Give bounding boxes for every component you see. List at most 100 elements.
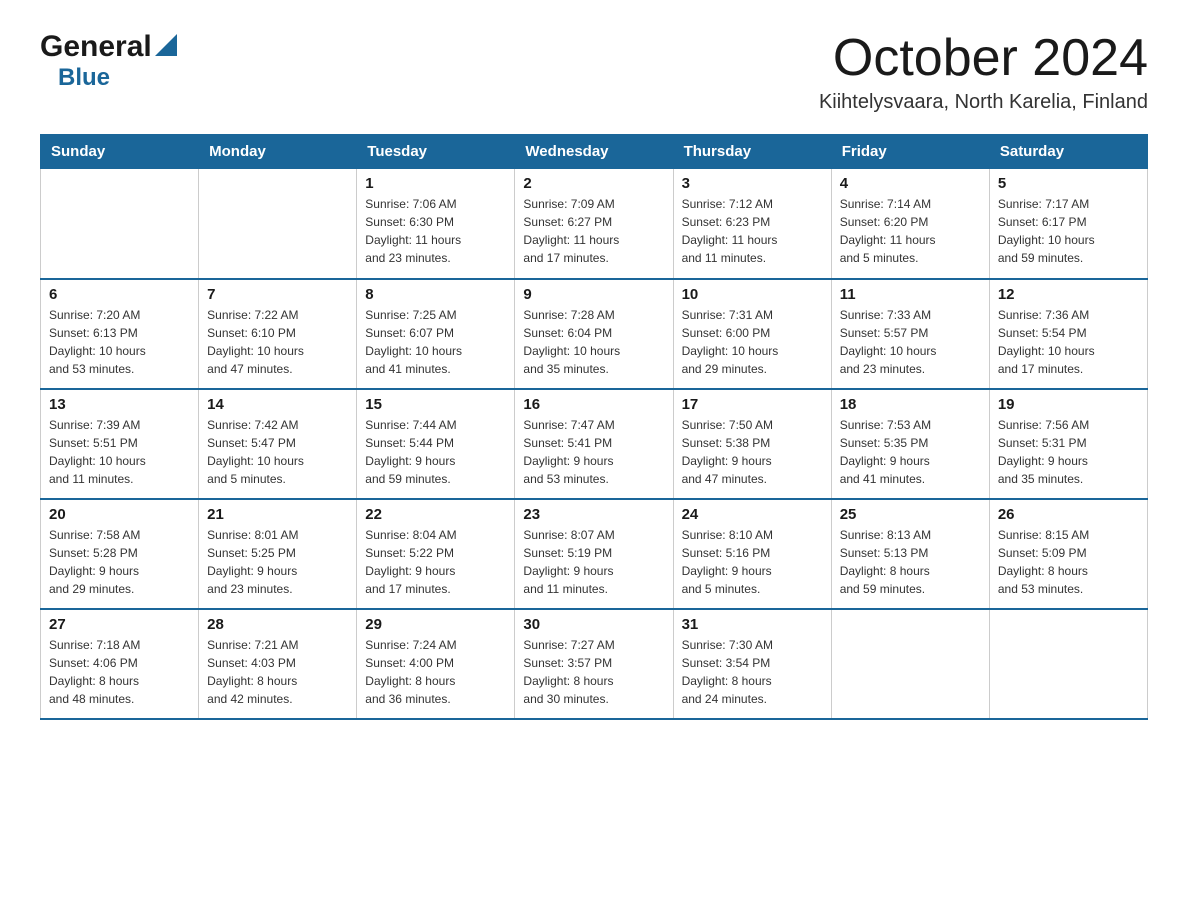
day-number: 15	[365, 396, 506, 413]
title-block: October 2024 Kiihtelysvaara, North Karel…	[819, 30, 1148, 114]
day-info: Sunrise: 7:21 AM Sunset: 4:03 PM Dayligh…	[207, 636, 348, 708]
day-info: Sunrise: 8:04 AM Sunset: 5:22 PM Dayligh…	[365, 526, 506, 598]
table-row: 30 Sunrise: 7:27 AM Sunset: 3:57 PM Dayli…	[515, 609, 673, 719]
day-number: 27	[49, 616, 190, 633]
table-row: 5 Sunrise: 7:17 AM Sunset: 6:17 PM Daylig…	[989, 169, 1147, 279]
day-info: Sunrise: 8:13 AM Sunset: 5:13 PM Dayligh…	[840, 526, 981, 598]
day-number: 25	[840, 506, 981, 523]
day-number: 11	[840, 286, 981, 303]
calendar-week-row: 1 Sunrise: 7:06 AM Sunset: 6:30 PM Daylig…	[41, 169, 1148, 279]
day-info: Sunrise: 7:36 AM Sunset: 5:54 PM Dayligh…	[998, 306, 1139, 378]
day-number: 23	[523, 506, 664, 523]
day-number: 6	[49, 286, 190, 303]
table-row: 13 Sunrise: 7:39 AM Sunset: 5:51 PM Dayli…	[41, 389, 199, 499]
day-number: 19	[998, 396, 1139, 413]
table-row: 2 Sunrise: 7:09 AM Sunset: 6:27 PM Daylig…	[515, 169, 673, 279]
table-row: 29Sunrise: 7:24 AM Sunset: 4:00 PM Dayli…	[357, 609, 515, 719]
header-thursday: Thursday	[673, 135, 831, 169]
table-row: 17 Sunrise: 7:50 AM Sunset: 5:38 PM Dayli…	[673, 389, 831, 499]
day-number: 18	[840, 396, 981, 413]
table-row: 12 Sunrise: 7:36 AM Sunset: 5:54 PM Dayli…	[989, 279, 1147, 389]
day-info: Sunrise: 7:42 AM Sunset: 5:47 PM Dayligh…	[207, 416, 348, 488]
day-number: 21	[207, 506, 348, 523]
calendar-header-row: Sunday Monday Tuesday Wednesday Thursday…	[41, 135, 1148, 169]
table-row: 25 Sunrise: 8:13 AM Sunset: 5:13 PM Dayli…	[831, 499, 989, 609]
calendar-table: Sunday Monday Tuesday Wednesday Thursday…	[40, 134, 1148, 720]
page-header: General Blue October 2024 Kiihtelysvaara…	[40, 30, 1148, 114]
calendar-week-row: 20Sunrise: 7:58 AM Sunset: 5:28 PM Dayli…	[41, 499, 1148, 609]
day-number: 14	[207, 396, 348, 413]
header-sunday: Sunday	[41, 135, 199, 169]
header-monday: Monday	[199, 135, 357, 169]
day-info: Sunrise: 8:01 AM Sunset: 5:25 PM Dayligh…	[207, 526, 348, 598]
day-number: 28	[207, 616, 348, 633]
logo-triangle-icon	[155, 34, 177, 56]
day-info: Sunrise: 7:27 AM Sunset: 3:57 PM Dayligh…	[523, 636, 664, 708]
table-row: 24 Sunrise: 8:10 AM Sunset: 5:16 PM Dayli…	[673, 499, 831, 609]
table-row: 14 Sunrise: 7:42 AM Sunset: 5:47 PM Dayli…	[199, 389, 357, 499]
table-row: 15 Sunrise: 7:44 AM Sunset: 5:44 PM Dayli…	[357, 389, 515, 499]
day-info: Sunrise: 7:06 AM Sunset: 6:30 PM Dayligh…	[365, 195, 506, 267]
day-number: 3	[682, 175, 823, 192]
day-number: 1	[365, 175, 506, 192]
day-number: 4	[840, 175, 981, 192]
day-number: 13	[49, 396, 190, 413]
day-info: Sunrise: 7:28 AM Sunset: 6:04 PM Dayligh…	[523, 306, 664, 378]
table-row	[41, 169, 199, 279]
table-row: 9 Sunrise: 7:28 AM Sunset: 6:04 PM Daylig…	[515, 279, 673, 389]
day-number: 22	[365, 506, 506, 523]
header-tuesday: Tuesday	[357, 135, 515, 169]
day-info: Sunrise: 7:53 AM Sunset: 5:35 PM Dayligh…	[840, 416, 981, 488]
day-info: Sunrise: 7:24 AM Sunset: 4:00 PM Dayligh…	[365, 636, 506, 708]
day-info: Sunrise: 7:25 AM Sunset: 6:07 PM Dayligh…	[365, 306, 506, 378]
logo-blue-text: Blue	[58, 64, 110, 91]
day-info: Sunrise: 7:30 AM Sunset: 3:54 PM Dayligh…	[682, 636, 823, 708]
day-info: Sunrise: 7:39 AM Sunset: 5:51 PM Dayligh…	[49, 416, 190, 488]
day-info: Sunrise: 7:47 AM Sunset: 5:41 PM Dayligh…	[523, 416, 664, 488]
table-row: 26 Sunrise: 8:15 AM Sunset: 5:09 PM Dayli…	[989, 499, 1147, 609]
day-number: 7	[207, 286, 348, 303]
table-row: 23 Sunrise: 8:07 AM Sunset: 5:19 PM Dayli…	[515, 499, 673, 609]
table-row: 1 Sunrise: 7:06 AM Sunset: 6:30 PM Daylig…	[357, 169, 515, 279]
day-info: Sunrise: 7:09 AM Sunset: 6:27 PM Dayligh…	[523, 195, 664, 267]
day-info: Sunrise: 7:44 AM Sunset: 5:44 PM Dayligh…	[365, 416, 506, 488]
calendar-week-row: 13 Sunrise: 7:39 AM Sunset: 5:51 PM Dayli…	[41, 389, 1148, 499]
table-row: 28 Sunrise: 7:21 AM Sunset: 4:03 PM Dayli…	[199, 609, 357, 719]
table-row: 3Sunrise: 7:12 AM Sunset: 6:23 PM Daylig…	[673, 169, 831, 279]
header-friday: Friday	[831, 135, 989, 169]
table-row: 11 Sunrise: 7:33 AM Sunset: 5:57 PM Dayli…	[831, 279, 989, 389]
day-number: 9	[523, 286, 664, 303]
day-number: 5	[998, 175, 1139, 192]
table-row	[831, 609, 989, 719]
table-row: 10Sunrise: 7:31 AM Sunset: 6:00 PM Dayli…	[673, 279, 831, 389]
calendar-week-row: 27 Sunrise: 7:18 AM Sunset: 4:06 PM Dayli…	[41, 609, 1148, 719]
day-number: 26	[998, 506, 1139, 523]
day-info: Sunrise: 8:15 AM Sunset: 5:09 PM Dayligh…	[998, 526, 1139, 598]
day-info: Sunrise: 7:20 AM Sunset: 6:13 PM Dayligh…	[49, 306, 190, 378]
table-row: 6 Sunrise: 7:20 AM Sunset: 6:13 PM Daylig…	[41, 279, 199, 389]
table-row	[199, 169, 357, 279]
day-number: 24	[682, 506, 823, 523]
table-row: 27 Sunrise: 7:18 AM Sunset: 4:06 PM Dayli…	[41, 609, 199, 719]
day-number: 17	[682, 396, 823, 413]
day-info: Sunrise: 7:18 AM Sunset: 4:06 PM Dayligh…	[49, 636, 190, 708]
table-row: 18 Sunrise: 7:53 AM Sunset: 5:35 PM Dayli…	[831, 389, 989, 499]
day-number: 2	[523, 175, 664, 192]
day-number: 30	[523, 616, 664, 633]
day-info: Sunrise: 7:50 AM Sunset: 5:38 PM Dayligh…	[682, 416, 823, 488]
day-number: 16	[523, 396, 664, 413]
table-row	[989, 609, 1147, 719]
calendar-title: October 2024	[819, 30, 1148, 87]
day-number: 20	[49, 506, 190, 523]
table-row: 19 Sunrise: 7:56 AM Sunset: 5:31 PM Dayli…	[989, 389, 1147, 499]
calendar-subtitle: Kiihtelysvaara, North Karelia, Finland	[819, 91, 1148, 114]
table-row: 8Sunrise: 7:25 AM Sunset: 6:07 PM Daylig…	[357, 279, 515, 389]
day-info: Sunrise: 7:56 AM Sunset: 5:31 PM Dayligh…	[998, 416, 1139, 488]
day-number: 31	[682, 616, 823, 633]
day-info: Sunrise: 7:33 AM Sunset: 5:57 PM Dayligh…	[840, 306, 981, 378]
day-info: Sunrise: 8:10 AM Sunset: 5:16 PM Dayligh…	[682, 526, 823, 598]
day-info: Sunrise: 7:22 AM Sunset: 6:10 PM Dayligh…	[207, 306, 348, 378]
day-info: Sunrise: 8:07 AM Sunset: 5:19 PM Dayligh…	[523, 526, 664, 598]
day-number: 12	[998, 286, 1139, 303]
day-info: Sunrise: 7:17 AM Sunset: 6:17 PM Dayligh…	[998, 195, 1139, 267]
